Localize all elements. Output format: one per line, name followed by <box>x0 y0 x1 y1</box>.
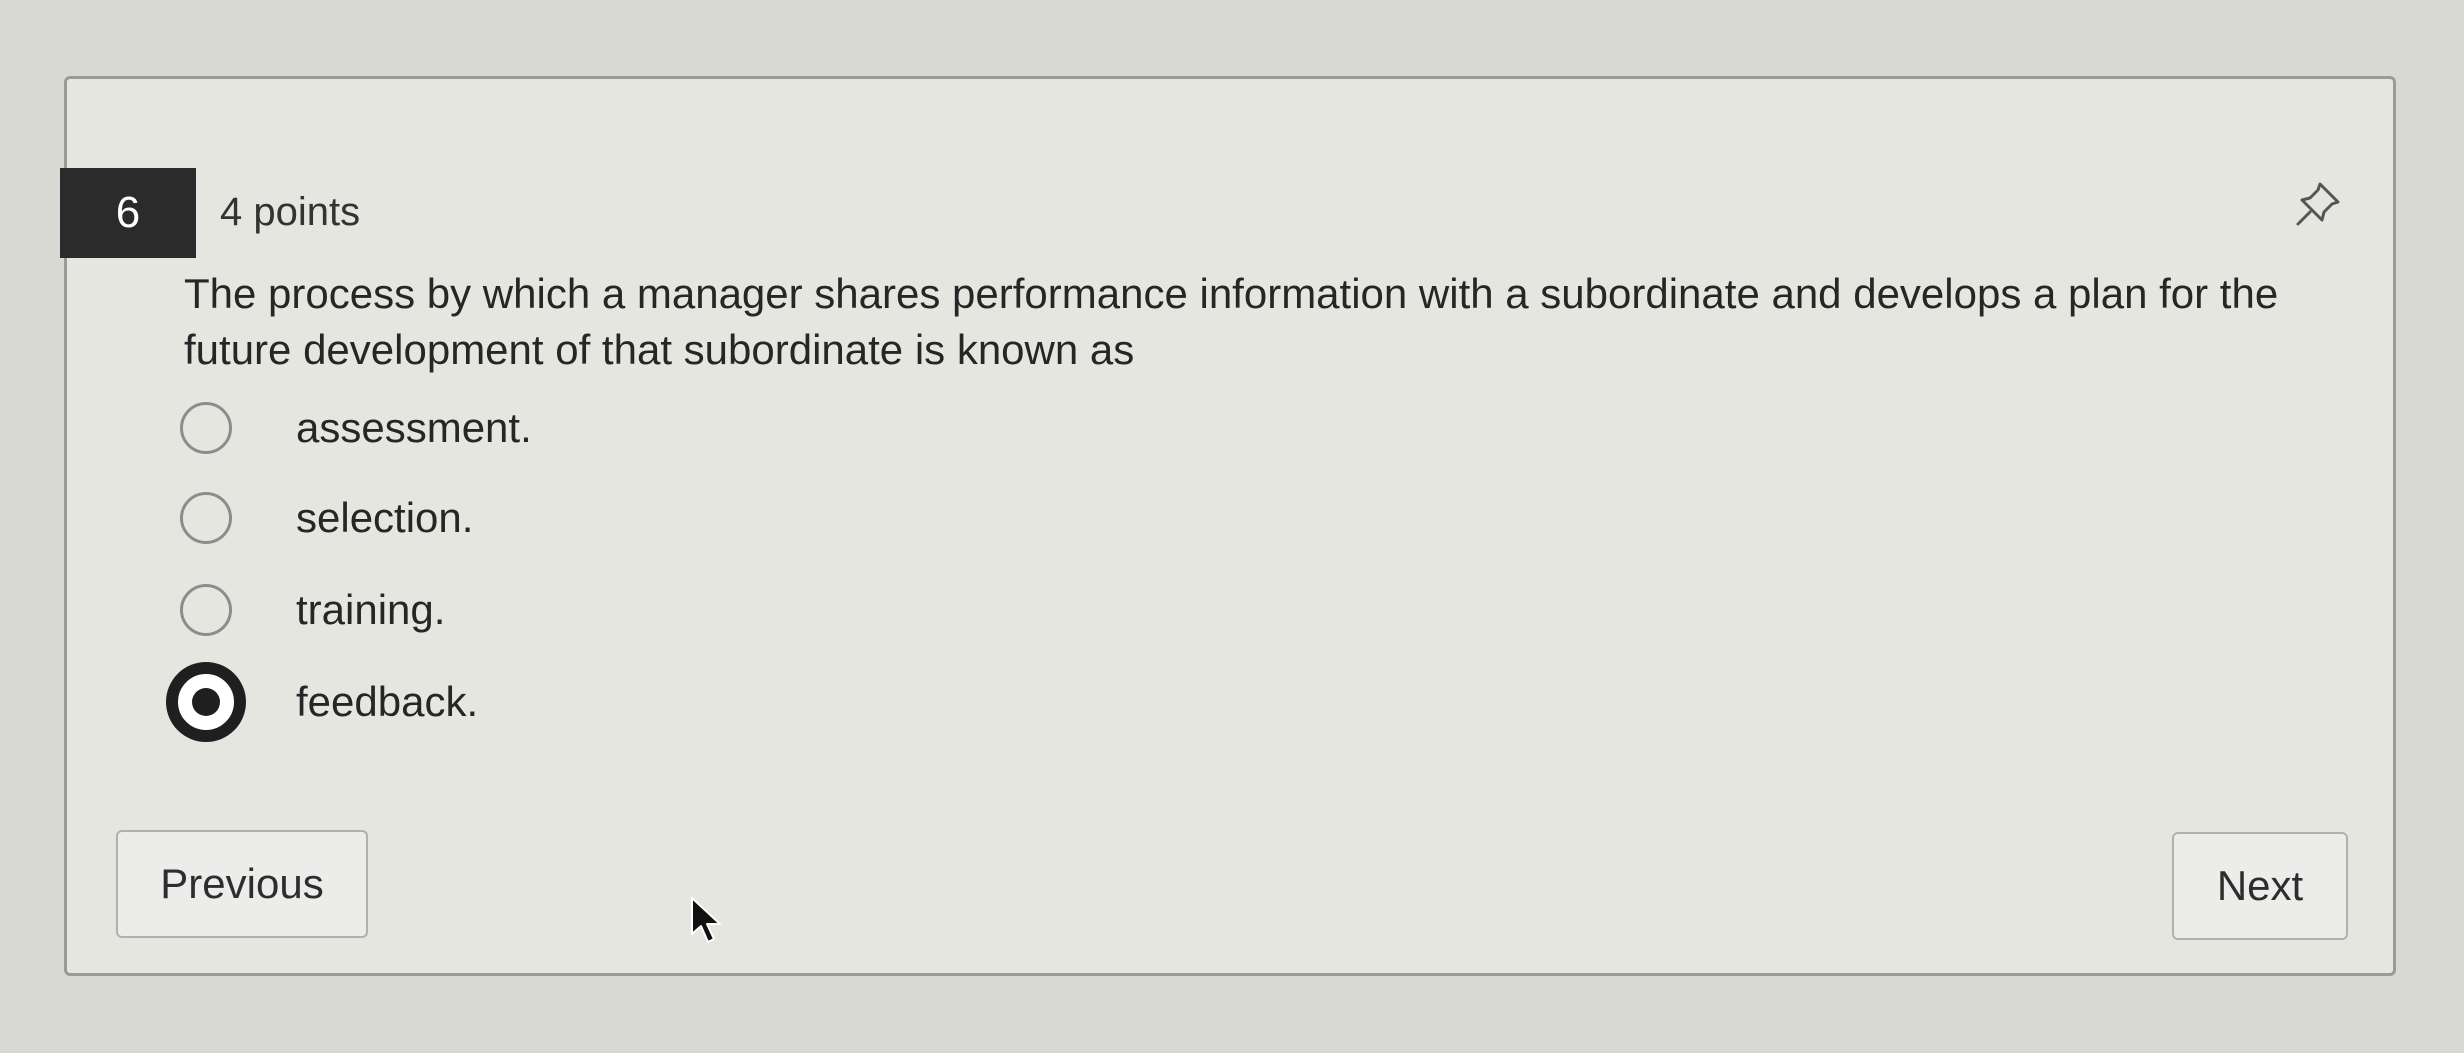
radio-button-feedback-selected[interactable] <box>166 662 246 742</box>
answer-label: assessment. <box>296 404 532 451</box>
answer-label: feedback. <box>296 678 479 725</box>
question-points: 4 points <box>220 190 361 234</box>
mouse-cursor-icon <box>691 897 721 943</box>
answer-option-feedback[interactable]: feedback. <box>166 662 479 742</box>
previous-button[interactable]: Previous <box>116 830 368 938</box>
radio-button-training[interactable] <box>180 584 232 636</box>
answer-option-assessment[interactable]: assessment. <box>180 402 532 454</box>
question-number: 6 <box>115 188 141 237</box>
radio-button-assessment[interactable] <box>180 402 232 454</box>
radio-button-selection[interactable] <box>180 492 232 544</box>
answer-label: selection. <box>296 494 474 541</box>
next-button[interactable]: Next <box>2172 832 2348 940</box>
question-text: The process by which a manager shares pe… <box>184 270 2279 373</box>
question-number-badge: 6 <box>60 168 196 258</box>
answer-option-selection[interactable]: selection. <box>180 492 473 544</box>
pin-icon[interactable] <box>2290 176 2346 232</box>
answer-label: training. <box>296 586 446 633</box>
answer-option-training[interactable]: training. <box>180 584 445 636</box>
